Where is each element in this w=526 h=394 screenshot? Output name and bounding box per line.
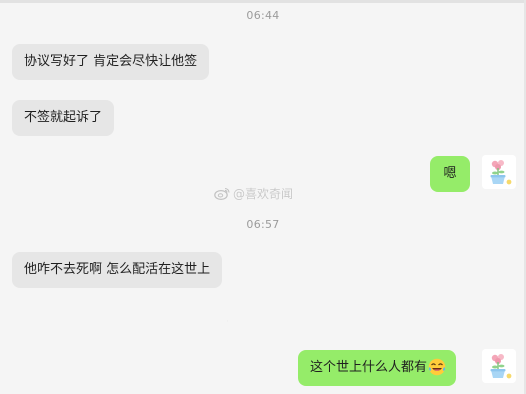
weibo-icon [214, 187, 230, 200]
window-top-edge [0, 0, 526, 3]
message-text: 这个世上什么人都有 [310, 360, 428, 375]
laughing-crying-face-icon [428, 358, 446, 375]
incoming-message-bubble[interactable]: 他咋不去死啊 怎么配活在这世上 [12, 252, 223, 288]
watermark: @喜欢奇闻 [214, 185, 293, 202]
watermark-text: @喜欢奇闻 [233, 187, 294, 201]
outgoing-message-bubble[interactable]: 这个世上什么人都有 [298, 350, 457, 386]
flower-pot-avatar-icon [482, 349, 516, 383]
incoming-message-bubble[interactable]: 协议写好了 肯定会尽快让他签 [12, 44, 210, 80]
outgoing-message-bubble[interactable]: 嗯 [430, 156, 470, 192]
flower-pot-avatar-icon [482, 155, 516, 189]
avatar[interactable] [482, 349, 516, 383]
avatar[interactable] [482, 155, 516, 189]
faint-watermark-mark: · [226, 317, 229, 327]
incoming-message-bubble[interactable]: 不签就起诉了 [12, 100, 115, 136]
timestamp: 06:57 [246, 218, 280, 231]
timestamp: 06:44 [246, 9, 280, 22]
